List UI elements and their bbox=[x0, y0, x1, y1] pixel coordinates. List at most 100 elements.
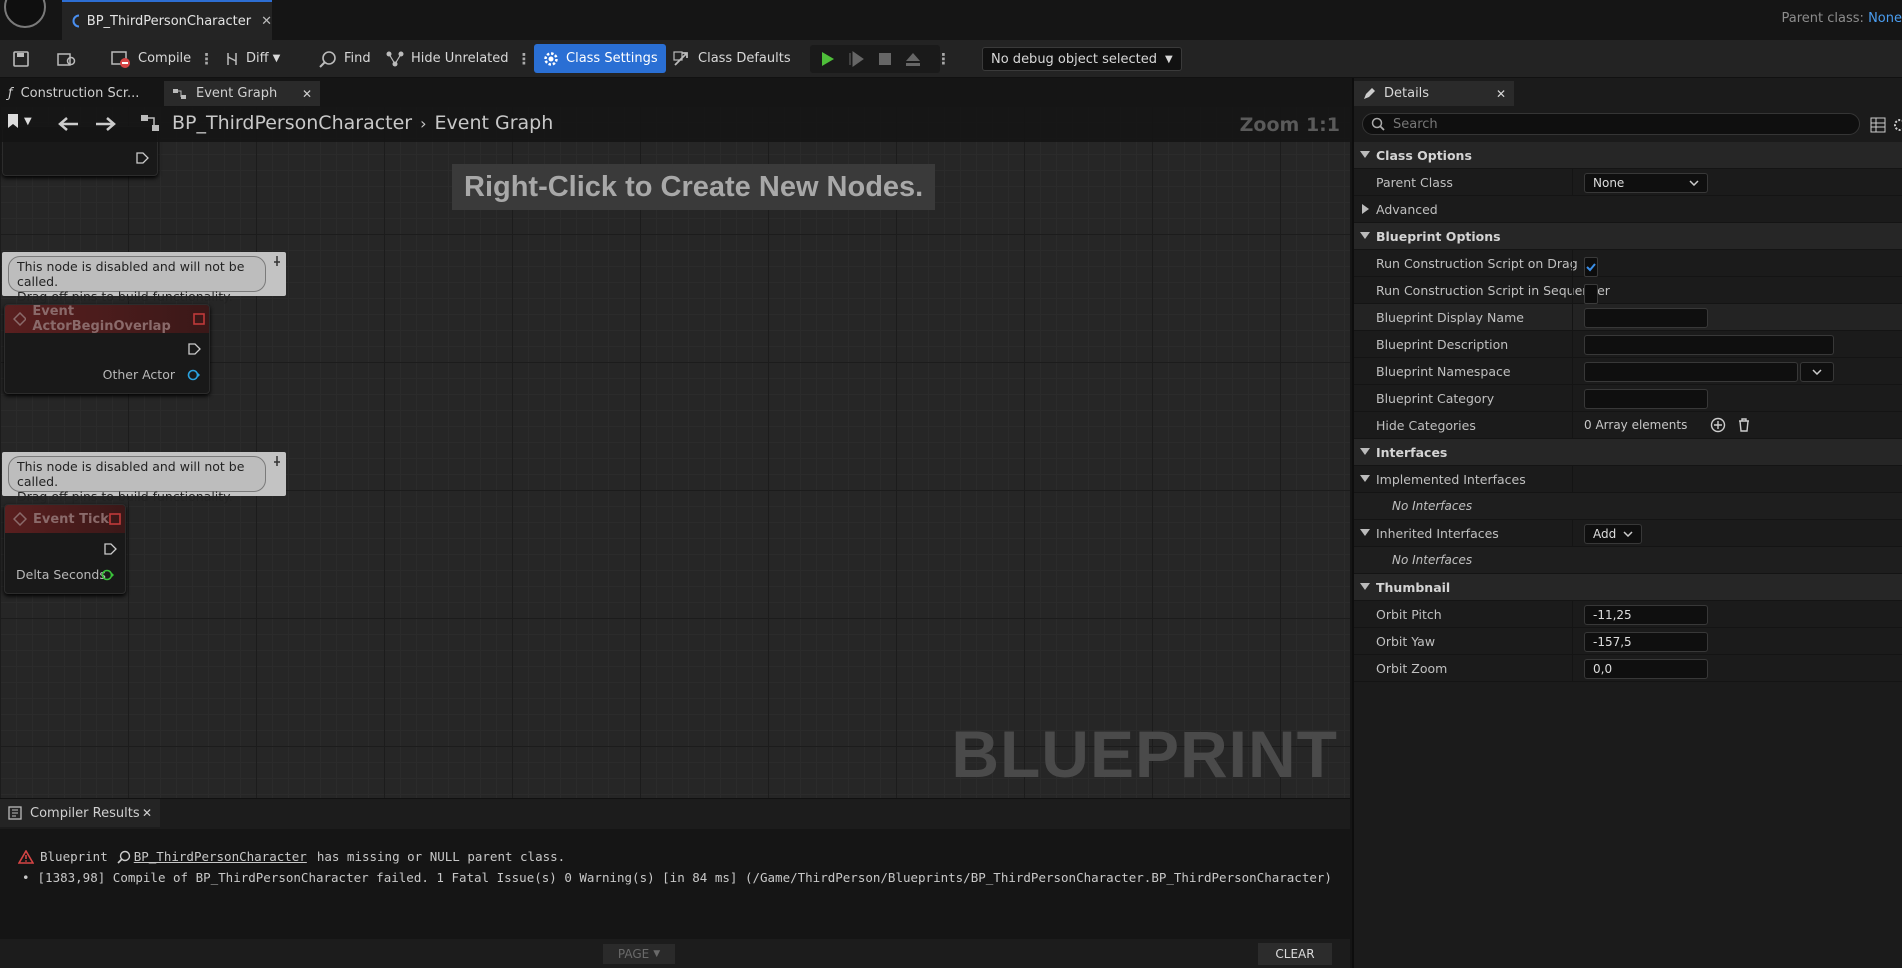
tab-close-icon[interactable]: ✕ bbox=[302, 87, 312, 101]
class-settings-label: Class Settings bbox=[566, 51, 658, 66]
tab-event-graph[interactable]: Event Graph ✕ bbox=[164, 81, 320, 106]
title-bar: BP_ThirdPersonCharacter ✕ Parent class: … bbox=[0, 0, 1902, 40]
delegate-pin-icon[interactable] bbox=[109, 513, 121, 525]
float-pin-icon[interactable] bbox=[101, 569, 115, 581]
view-options-icon[interactable] bbox=[1870, 117, 1886, 133]
run-on-drag-checkbox[interactable] bbox=[1584, 257, 1598, 277]
parent-class-combo[interactable]: None bbox=[1584, 173, 1708, 193]
display-name-input[interactable] bbox=[1584, 308, 1708, 328]
class-defaults-icon bbox=[673, 50, 688, 66]
compiler-results-panel: Compiler Results ✕ Blueprint BP_ThirdPer… bbox=[0, 798, 1350, 968]
comment-line-1: This node is disabled and will not be ca… bbox=[17, 459, 245, 489]
hide-unrelated-options-icon[interactable]: ⋮ bbox=[517, 50, 532, 68]
clear-button[interactable]: CLEAR bbox=[1258, 943, 1332, 965]
eject-button[interactable] bbox=[904, 44, 928, 73]
property-label: Orbit Pitch bbox=[1376, 606, 1442, 622]
description-input[interactable] bbox=[1584, 335, 1834, 355]
category-label: Class Options bbox=[1376, 147, 1472, 163]
forward-arrow-icon[interactable] bbox=[94, 115, 118, 133]
exec-pin-icon[interactable] bbox=[135, 151, 149, 165]
search-icon[interactable] bbox=[116, 850, 132, 864]
debug-object-select[interactable]: No debug object selected ▼ bbox=[982, 47, 1182, 71]
class-defaults-label: Class Defaults bbox=[698, 51, 791, 66]
tab-close-icon[interactable]: ✕ bbox=[142, 806, 152, 820]
chevron-down-icon bbox=[1623, 531, 1633, 537]
event-graph-icon bbox=[141, 115, 159, 131]
settings-icon[interactable] bbox=[1892, 117, 1902, 133]
parent-class-value[interactable]: None bbox=[1868, 11, 1902, 26]
column-divider bbox=[1572, 250, 1573, 277]
trash-icon[interactable] bbox=[1736, 417, 1752, 433]
event-tick-node[interactable]: Event Tick Delta Seconds bbox=[4, 504, 126, 594]
event-graph-canvas[interactable]: ▼ BP_ThirdPersonCharacter › Event Graph … bbox=[0, 106, 1350, 798]
event-icon bbox=[13, 512, 27, 526]
namespace-dropdown[interactable] bbox=[1800, 362, 1834, 382]
category-interfaces[interactable]: Interfaces bbox=[1354, 439, 1902, 466]
tab-close-icon[interactable]: ✕ bbox=[1496, 87, 1506, 101]
tab-details[interactable]: Details ✕ bbox=[1354, 81, 1514, 106]
compile-options-icon[interactable]: ⋮ bbox=[199, 50, 214, 68]
save-button[interactable] bbox=[12, 44, 36, 73]
node-header: Event Tick bbox=[5, 505, 125, 533]
namespace-input[interactable] bbox=[1584, 362, 1798, 382]
tab-construction-script[interactable]: ƒ Construction Scr... bbox=[0, 81, 160, 106]
orbit-pitch-input[interactable]: -11,25 bbox=[1584, 605, 1708, 625]
category-advanced[interactable]: Advanced bbox=[1354, 196, 1902, 223]
category-blueprint-options[interactable]: Blueprint Options bbox=[1354, 223, 1902, 250]
save-icon bbox=[13, 50, 29, 67]
compile-label: Compile bbox=[138, 51, 192, 66]
unreal-logo-icon[interactable] bbox=[4, 0, 46, 28]
find-button[interactable]: Find bbox=[318, 44, 371, 73]
compile-button[interactable]: Compile ⋮ bbox=[110, 44, 214, 73]
search-placeholder: Search bbox=[1393, 116, 1438, 132]
tab-compiler-results[interactable]: Compiler Results ✕ bbox=[0, 799, 160, 827]
browse-button[interactable] bbox=[56, 44, 84, 73]
function-icon: ƒ bbox=[8, 86, 13, 101]
comment-line-1: This node is disabled and will not be ca… bbox=[17, 259, 245, 289]
add-element-icon[interactable] bbox=[1710, 417, 1726, 433]
page-label: PAGE bbox=[617, 947, 650, 961]
orbit-yaw-input[interactable]: -157,5 bbox=[1584, 632, 1708, 652]
exec-pin-icon[interactable] bbox=[103, 542, 117, 556]
breadcrumb-current[interactable]: Event Graph bbox=[435, 112, 554, 134]
event-actor-begin-overlap-node[interactable]: Event ActorBeginOverlap Other Actor bbox=[4, 304, 210, 394]
category-input[interactable] bbox=[1584, 389, 1708, 409]
stop-button[interactable] bbox=[876, 44, 900, 73]
chevron-down-icon: ▼ bbox=[24, 115, 32, 127]
step-button[interactable] bbox=[847, 44, 871, 73]
object-pin-icon[interactable] bbox=[187, 369, 201, 381]
category-class-options[interactable]: Class Options bbox=[1354, 142, 1902, 169]
breadcrumb-root[interactable]: BP_ThirdPersonCharacter bbox=[172, 112, 412, 134]
document-tab-close-icon[interactable]: ✕ bbox=[261, 14, 272, 29]
page-dropdown[interactable]: PAGE ▼ bbox=[603, 944, 675, 964]
category-thumbnail[interactable]: Thumbnail bbox=[1354, 574, 1902, 601]
disabled-node-comment[interactable]: This node is disabled and will not be ca… bbox=[2, 452, 286, 504]
back-arrow-icon[interactable] bbox=[56, 115, 80, 133]
diff-button[interactable]: Diff ▼ bbox=[224, 44, 280, 73]
diff-label: Diff bbox=[246, 51, 269, 66]
category-implemented-interfaces[interactable]: Implemented Interfaces bbox=[1354, 466, 1902, 493]
property-label: Blueprint Display Name bbox=[1376, 309, 1524, 325]
category-inherited-interfaces[interactable]: Inherited Interfaces Add bbox=[1354, 520, 1902, 547]
class-defaults-button[interactable]: Class Defaults bbox=[672, 44, 791, 73]
details-search-input[interactable]: Search bbox=[1362, 113, 1860, 135]
disabled-node-comment[interactable]: This node is disabled and will not be ca… bbox=[2, 252, 286, 304]
delegate-pin-icon[interactable] bbox=[193, 313, 205, 325]
exec-pin-icon[interactable] bbox=[187, 342, 201, 356]
compiler-summary-text: [1383,98] Compile of BP_ThirdPersonChara… bbox=[37, 870, 1332, 885]
property-label: Blueprint Namespace bbox=[1376, 363, 1511, 379]
play-button[interactable] bbox=[818, 44, 842, 73]
chevron-down-icon: ▼ bbox=[653, 949, 661, 959]
document-tab[interactable]: BP_ThirdPersonCharacter ✕ bbox=[62, 0, 272, 40]
property-label: Orbit Zoom bbox=[1376, 660, 1448, 676]
bookmark-button[interactable]: ▼ bbox=[6, 113, 32, 129]
run-in-sequencer-checkbox[interactable] bbox=[1584, 284, 1598, 304]
pin-icon[interactable] bbox=[271, 455, 283, 467]
class-settings-button[interactable]: Class Settings bbox=[534, 44, 666, 73]
pin-icon[interactable] bbox=[271, 255, 283, 267]
orbit-zoom-input[interactable]: 0,0 bbox=[1584, 659, 1708, 679]
play-options-button[interactable]: ⋮ bbox=[928, 44, 951, 73]
hide-unrelated-button[interactable]: Hide Unrelated ⋮ bbox=[385, 44, 532, 73]
compiler-blueprint-link[interactable]: BP_ThirdPersonCharacter bbox=[134, 849, 307, 864]
add-interface-button[interactable]: Add bbox=[1584, 524, 1642, 544]
